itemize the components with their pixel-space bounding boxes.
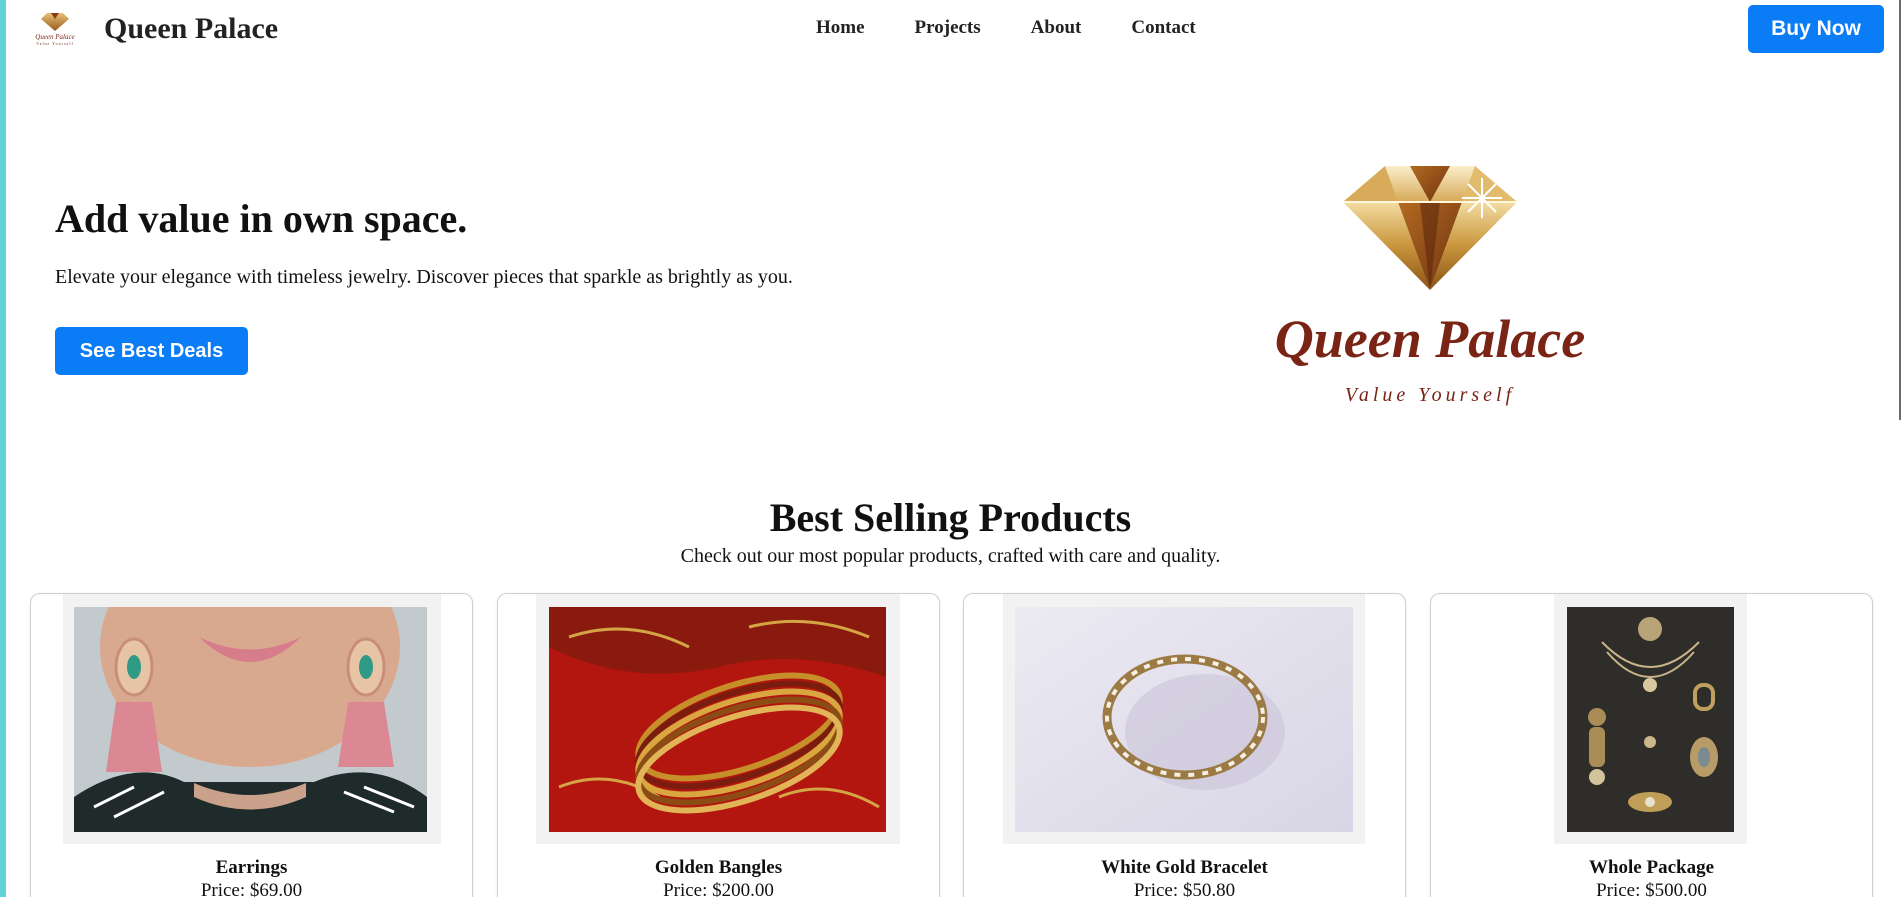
hero-logo-tagline: Value Yourself [1344, 384, 1516, 406]
bangles-photo-icon [549, 607, 886, 832]
section-subtitle: Check out our most popular products, cra… [680, 545, 1221, 567]
product-name: Earrings [215, 857, 288, 878]
hero-description: Elevate your elegance with timeless jewe… [55, 266, 793, 288]
product-price: Price: $69.00 [200, 880, 303, 897]
diamond-logo-icon [41, 13, 69, 31]
product-price: Price: $50.80 [1133, 880, 1236, 897]
main-nav: Home Projects About Contact [816, 17, 1246, 39]
nav-projects[interactable]: Projects [915, 17, 981, 39]
earrings-image[interactable] [74, 607, 427, 832]
diamond-icon [1343, 166, 1517, 290]
nav-contact[interactable]: Contact [1131, 17, 1195, 39]
jewelry-set-photo-icon [1567, 607, 1734, 832]
bracelet-photo-icon [1015, 607, 1353, 832]
hero-logo-name: Queen Palace [1274, 309, 1586, 369]
brand-name[interactable]: Queen Palace [104, 12, 278, 46]
hero-logo: Queen Palace Value Yourself [1270, 160, 1590, 420]
hero-title: Add value in own space. [55, 196, 468, 241]
buy-now-button[interactable]: Buy Now [1748, 5, 1884, 53]
see-best-deals-button[interactable]: See Best Deals [55, 327, 248, 375]
product-price: Price: $200.00 [663, 880, 774, 897]
product-price: Price: $500.00 [1596, 880, 1707, 897]
site-header: Queen Palace Value Yourself Queen Palace… [6, 0, 1899, 58]
section-title: Best Selling Products [769, 495, 1132, 540]
viewport-edge [0, 0, 6, 897]
brand-logo-tagline: Value Yourself [36, 41, 74, 46]
product-card-golden-bangles[interactable]: Golden Bangles Price: $200.00 [497, 593, 940, 897]
nav-about[interactable]: About [1031, 17, 1082, 39]
nav-home[interactable]: Home [816, 17, 865, 39]
earrings-photo-icon [74, 607, 427, 832]
product-card-white-gold-bracelet[interactable]: White Gold Bracelet Price: $50.80 [963, 593, 1406, 897]
brand-logo[interactable]: Queen Palace Value Yourself [28, 6, 82, 52]
product-name: Whole Package [1588, 857, 1715, 878]
product-name: White Gold Bracelet [1101, 857, 1268, 878]
brand-logo-name: Queen Palace [35, 33, 75, 41]
brand[interactable]: Queen Palace Value Yourself Queen Palace [28, 6, 278, 52]
product-card-earrings[interactable]: Earrings Price: $69.00 [30, 593, 473, 897]
product-card-whole-package[interactable]: Whole Package Price: $500.00 [1430, 593, 1873, 897]
whole-package-image[interactable] [1567, 607, 1734, 832]
white-gold-bracelet-image[interactable] [1015, 607, 1353, 832]
golden-bangles-image[interactable] [549, 607, 886, 832]
product-name: Golden Bangles [654, 857, 783, 878]
